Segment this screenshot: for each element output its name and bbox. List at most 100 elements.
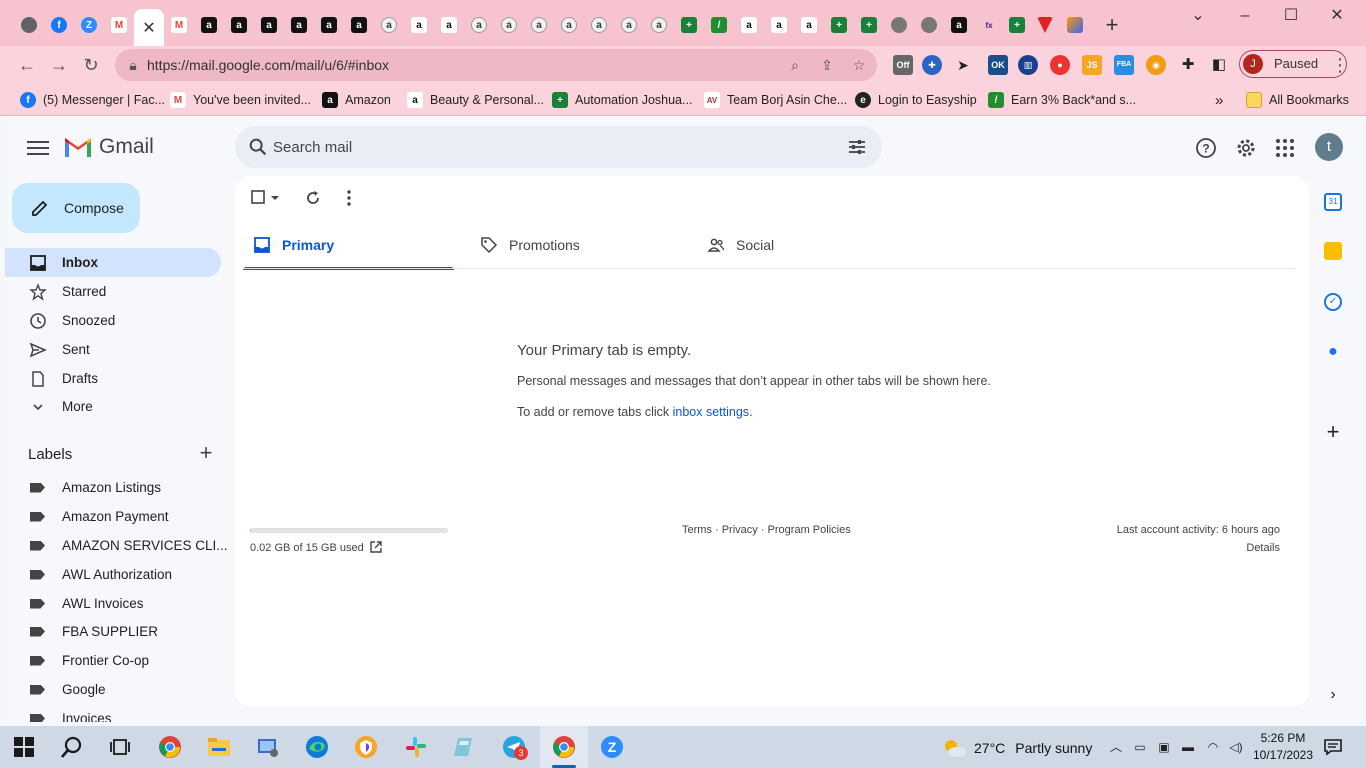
tab-social[interactable]: Social: [697, 222, 908, 270]
label-item[interactable]: AWL Authorization: [5, 560, 221, 589]
maximize-button[interactable]: ☐: [1268, 6, 1314, 28]
nav-more[interactable]: More: [5, 392, 221, 421]
tab-amazon-smile-2[interactable]: a: [464, 10, 494, 40]
bookmark-easyship[interactable]: e Login to Easyship: [855, 91, 977, 109]
wifi-icon[interactable]: ◠: [1205, 739, 1221, 755]
tab-gmail-2[interactable]: M: [164, 10, 194, 40]
label-item[interactable]: Frontier Co-op: [5, 646, 221, 675]
search-icon[interactable]: [247, 136, 269, 158]
side-panel-icon[interactable]: ◧: [1209, 55, 1229, 75]
extension-off-icon[interactable]: Off: [893, 55, 913, 75]
tab-amazon-12[interactable]: a: [944, 10, 974, 40]
tab-sheets-2[interactable]: +: [824, 10, 854, 40]
tab-amazon-smile-6[interactable]: a: [584, 10, 614, 40]
tab-amazon-smile-5[interactable]: a: [554, 10, 584, 40]
search-input[interactable]: [273, 137, 813, 157]
show-side-panel-icon[interactable]: ›: [1324, 686, 1342, 704]
tab-search-button[interactable]: ⌄: [1175, 6, 1221, 28]
new-tab-button[interactable]: +: [1100, 14, 1124, 38]
meet-now-icon[interactable]: ▭: [1132, 739, 1148, 755]
tab-fedex[interactable]: fx: [974, 10, 1004, 40]
label-item[interactable]: Invoices: [5, 704, 221, 722]
bookmark-invited[interactable]: M You've been invited...: [170, 91, 311, 109]
contacts-icon[interactable]: ●: [1324, 343, 1342, 361]
extension-chart-icon[interactable]: ▥: [1018, 55, 1038, 75]
tab-amazon-smile-1[interactable]: a: [374, 10, 404, 40]
extension-ok-icon[interactable]: OK: [988, 55, 1008, 75]
select-dropdown-icon[interactable]: [269, 188, 281, 208]
bookmark-beauty[interactable]: a Beauty & Personal...: [407, 91, 544, 109]
all-bookmarks-button[interactable]: All Bookmarks: [1246, 91, 1349, 109]
tab-gmail-1[interactable]: M: [104, 10, 134, 40]
extension-pokeball-icon[interactable]: ●: [1050, 55, 1070, 75]
main-menu-button[interactable]: [27, 137, 49, 159]
windows-start-icon[interactable]: [13, 736, 35, 758]
label-item[interactable]: Amazon Payment: [5, 502, 221, 531]
settings-gear-icon[interactable]: [1234, 136, 1258, 160]
tab-multicolor[interactable]: [1060, 10, 1090, 40]
nav-drafts[interactable]: Drafts: [5, 364, 221, 393]
weather-widget[interactable]: 27°C Partly sunny: [942, 737, 1092, 759]
search-options-icon[interactable]: [847, 137, 867, 157]
add-addon-button[interactable]: +: [1324, 421, 1342, 443]
reload-button[interactable]: ↻: [78, 52, 104, 78]
label-item[interactable]: AWL Invoices: [5, 589, 221, 618]
bookmark-earn[interactable]: / Earn 3% Back*and s...: [988, 91, 1136, 109]
chrome-menu-button[interactable]: ⋮: [1327, 52, 1353, 78]
control-panel-icon[interactable]: [256, 735, 280, 759]
show-hidden-icons-icon[interactable]: ︿: [1108, 739, 1124, 755]
chrome-active-icon[interactable]: [552, 735, 576, 759]
url-text[interactable]: https://mail.google.com/mail/u/6/#inbox: [147, 57, 389, 73]
tab-promotions[interactable]: Promotions: [470, 222, 681, 270]
bookmarks-overflow-button[interactable]: »: [1215, 91, 1223, 109]
nav-starred[interactable]: Starred: [5, 277, 221, 306]
tab-amazon-8[interactable]: a: [434, 10, 464, 40]
address-bar[interactable]: 🔒︎ https://mail.google.com/mail/u/6/#inb…: [115, 49, 877, 81]
extensions-puzzle-icon[interactable]: ✚: [1178, 55, 1198, 75]
close-icon[interactable]: ✕: [142, 18, 155, 38]
tab-amazon-9[interactable]: a: [734, 10, 764, 40]
account-avatar[interactable]: t: [1315, 133, 1343, 161]
tab-chrome[interactable]: [14, 10, 44, 40]
help-icon[interactable]: ?: [1194, 136, 1218, 160]
bookmark-messenger[interactable]: f (5) Messenger | Fac...: [20, 91, 165, 109]
nav-inbox[interactable]: Inbox: [5, 248, 221, 277]
label-item[interactable]: AMAZON SERVICES CLI...: [5, 531, 228, 560]
minimize-button[interactable]: –: [1222, 6, 1268, 28]
activity-details-link[interactable]: Details: [1246, 542, 1280, 554]
tab-facebook[interactable]: f: [44, 10, 74, 40]
chrome-icon[interactable]: [158, 735, 182, 759]
refresh-icon[interactable]: [303, 188, 323, 208]
tab-globe-2[interactable]: [914, 10, 944, 40]
display-icon[interactable]: ▣: [1156, 739, 1172, 755]
close-window-button[interactable]: ✕: [1314, 6, 1360, 28]
extension-orange-icon[interactable]: ◉: [1146, 55, 1166, 75]
volume-icon[interactable]: ◁): [1228, 739, 1244, 755]
forward-button[interactable]: →: [46, 52, 72, 78]
nav-snoozed[interactable]: Snoozed: [5, 306, 221, 335]
apps-grid-icon[interactable]: [1273, 136, 1297, 160]
label-item[interactable]: Google: [5, 675, 221, 704]
extension-icon[interactable]: ✚: [922, 55, 942, 75]
tab-amazon-6[interactable]: a: [344, 10, 374, 40]
notes-app-icon[interactable]: [452, 735, 476, 759]
tab-amazon-11[interactable]: a: [794, 10, 824, 40]
tab-zoho[interactable]: Z: [74, 10, 104, 40]
telegram-button[interactable]: 3: [502, 735, 528, 760]
tab-amazon-smile-8[interactable]: a: [644, 10, 674, 40]
select-checkbox-icon[interactable]: [249, 188, 269, 208]
tab-cashback[interactable]: /: [704, 10, 734, 40]
tab-amazon-5[interactable]: a: [314, 10, 344, 40]
tasks-icon[interactable]: ✓: [1324, 293, 1342, 311]
lock-icon[interactable]: 🔒︎: [123, 55, 143, 75]
task-view-icon[interactable]: [108, 735, 132, 759]
share-icon[interactable]: ⇪: [817, 55, 837, 75]
edge-icon[interactable]: [305, 735, 329, 759]
more-options-icon[interactable]: [339, 188, 359, 208]
nav-sent[interactable]: Sent: [5, 335, 221, 364]
tab-sheets-3[interactable]: +: [854, 10, 884, 40]
file-explorer-icon[interactable]: [207, 735, 231, 759]
gmail-logo[interactable]: Gmail: [63, 135, 154, 159]
notifications-icon[interactable]: [1323, 737, 1343, 757]
tab-primary[interactable]: Primary: [243, 222, 454, 270]
